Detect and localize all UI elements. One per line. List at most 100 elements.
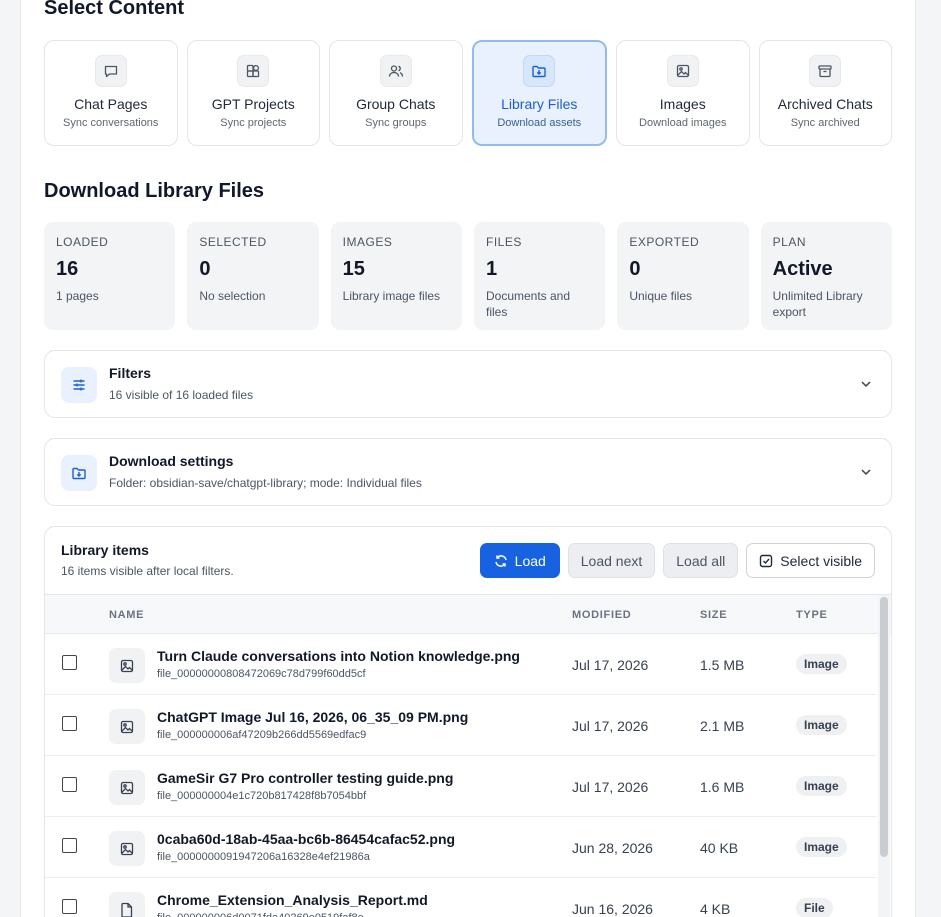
card-archived-chats[interactable]: Archived Chats Sync archived [758,40,892,146]
stat-desc: Documents and files [485,289,571,319]
message-square-icon [94,55,127,87]
col-type[interactable]: TYPE [796,609,828,621]
card-sub: Sync conversations [63,117,159,129]
settings-title: Download settings [109,453,234,469]
file-modified: Jun 16, 2026 [572,901,653,917]
stat-value: 0 [199,258,211,280]
download-title: Download Library Files [44,180,265,202]
file-name: Turn Claude conversations into Notion kn… [157,648,520,664]
stat-desc: 1 pages [56,289,99,303]
table-row[interactable]: Chrome_Extension_Analysis_Report.md file… [45,878,877,917]
select-visible-label: Select visible [780,552,862,569]
filters-accordion[interactable]: Filters 16 visible of 16 loaded files [44,350,892,418]
file-name: GameSir G7 Pro controller testing guide.… [157,770,454,786]
table-row[interactable]: GameSir G7 Pro controller testing guide.… [45,756,877,817]
image-icon [666,55,699,87]
library-title: Library items [61,542,149,558]
file-modified: Jun 28, 2026 [572,840,653,856]
stat-images: IMAGES 15 Library image files [330,222,462,330]
type-badge: Image [796,654,847,674]
select-visible-button[interactable]: Select visible [746,543,875,578]
stat-key: SELECTED [199,235,267,249]
stat-value: 0 [629,258,641,280]
file-id: file_000000006af47209b266dd5569edfac9 [157,729,367,741]
refresh-icon [494,554,507,567]
card-label: Archived Chats [777,96,873,112]
file-size: 2.1 MB [700,718,745,734]
table-row[interactable]: 0caba60d-18ab-45aa-bc6b-86454cafac52.png… [45,817,877,878]
table-row[interactable]: Turn Claude conversations into Notion kn… [45,634,877,695]
stat-value: 1 [485,258,498,280]
type-badge: Image [796,715,847,735]
card-label: Group Chats [356,96,436,112]
card-label: Chat Pages [74,96,148,112]
select-content-title: Select Content [44,0,185,19]
archive-icon [809,55,842,87]
file-name: ChatGPT Image Jul 16, 2026, 06_35_09 PM.… [157,709,469,725]
row-checkbox[interactable] [62,716,77,731]
row-checkbox[interactable] [62,899,77,914]
file-size: 40 KB [700,840,739,856]
file-size: 1.5 MB [700,657,745,673]
image-icon [109,831,145,866]
stat-key: IMAGES [342,235,393,249]
stats-row: LOADED 16 1 pages SELECTED 0 No selectio… [44,222,892,330]
col-name[interactable]: NAME [109,609,144,621]
stat-desc: Library image files [342,289,441,303]
table-row[interactable]: ChatGPT Image Jul 16, 2026, 06_35_09 PM.… [45,695,877,756]
folder-download-icon [523,55,556,87]
library-sub: 16 items visible after local filters. [61,564,234,578]
col-modified[interactable]: MODIFIED [572,609,631,621]
shapes-icon [237,55,270,87]
card-group-chats[interactable]: Group Chats Sync groups [329,40,463,146]
chevron-down-icon [859,377,873,396]
file-id: file_00000000808472069c78d799f60dd5cf [157,668,366,680]
card-sub: Sync projects [220,117,287,129]
image-icon [109,648,145,683]
card-label: GPT Projects [211,96,295,112]
stat-key: LOADED [56,235,109,249]
stat-value: 15 [342,258,365,280]
stat-key: PLAN [772,235,806,249]
card-sub: Sync groups [365,117,427,129]
file-id: file_0000000091947206a16328e4ef21986a [157,851,370,863]
sliders-icon [61,367,97,403]
card-images[interactable]: Images Download images [616,40,750,146]
row-checkbox[interactable] [62,777,77,792]
stat-loaded: LOADED 16 1 pages [44,222,176,330]
load-button[interactable]: Load [479,543,560,578]
load-label: Load [514,552,546,569]
scrollbar-thumb[interactable] [880,597,888,857]
file-id: file_000000006d0071fda40269e0519faf8e [157,912,364,917]
download-settings-accordion[interactable]: Download settings Folder: obsidian-save/… [44,438,892,506]
card-label: Library Files [501,96,578,112]
filters-title: Filters [109,365,152,381]
card-sub: Download images [639,117,727,129]
card-library-files[interactable]: Library Files Download assets [471,40,607,146]
card-gpt-projects[interactable]: GPT Projects Sync projects [186,40,320,146]
folder-download-icon [61,455,97,491]
card-chat-pages[interactable]: Chat Pages Sync conversations [44,40,178,146]
content-type-cards: Chat Pages Sync conversations GPT Projec… [44,40,892,146]
card-sub: Download assets [497,117,582,129]
file-modified: Jul 17, 2026 [572,779,649,795]
row-checkbox[interactable] [62,838,77,853]
library-items-panel: Library items 16 items visible after loc… [44,526,892,917]
stat-desc: Unlimited Library export [772,289,863,319]
stat-key: EXPORTED [629,235,700,249]
filters-sub: 16 visible of 16 loaded files [109,388,254,402]
stat-value: Active [772,258,833,280]
stat-value: 16 [56,258,79,280]
table-header: NAME MODIFIED SIZE TYPE [45,594,891,634]
load-next-button[interactable]: Load next [567,543,656,578]
card-sub: Sync archived [790,117,860,129]
stat-desc: No selection [199,289,266,303]
stat-files: FILES 1 Documents and files [473,222,606,330]
stat-selected: SELECTED 0 No selection [187,222,319,330]
row-checkbox[interactable] [62,655,77,670]
load-all-button[interactable]: Load all [663,543,739,578]
type-badge: Image [796,837,847,857]
file-name: 0caba60d-18ab-45aa-bc6b-86454cafac52.png [157,831,456,847]
stat-exported: EXPORTED 0 Unique files [617,222,749,330]
col-size[interactable]: SIZE [700,609,727,621]
